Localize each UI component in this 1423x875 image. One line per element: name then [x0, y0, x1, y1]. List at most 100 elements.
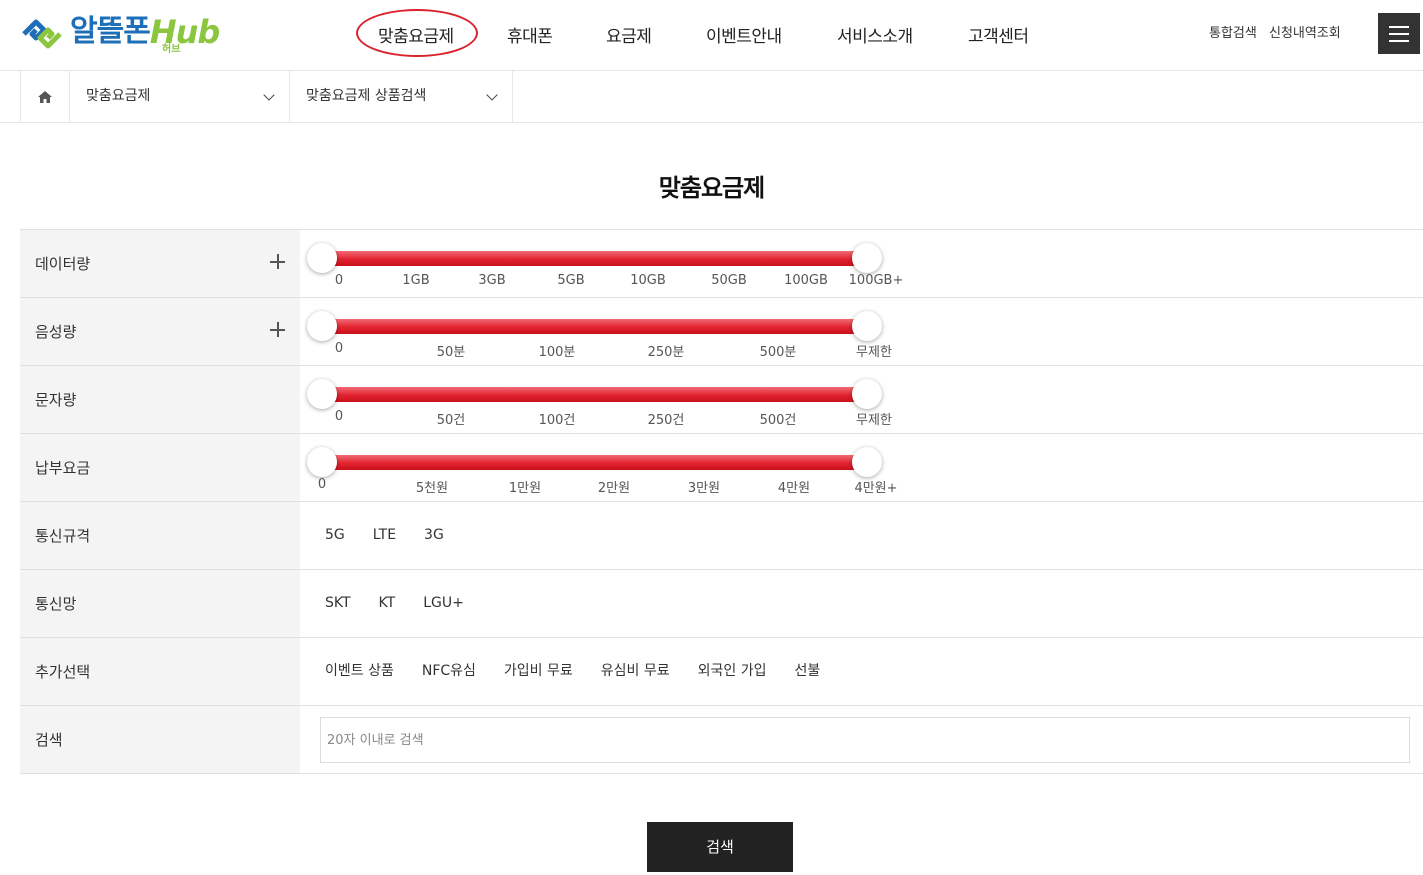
site-logo[interactable]: 알뜰폰 Hub	[20, 12, 220, 58]
slider-tick: 무제한	[856, 345, 892, 360]
slider-tick: 무제한	[856, 413, 892, 428]
slider-tick: 3만원	[687, 481, 721, 496]
voice-range-slider[interactable]: 0 50분 100분 250분 500분 무제한	[306, 298, 906, 366]
filter-label-network-type: 통신규격	[35, 527, 91, 545]
filter-label-voice: 음성량	[35, 323, 77, 341]
filter-label-fee: 납부요금	[35, 459, 91, 477]
option-prepaid[interactable]: 선불	[795, 638, 821, 704]
slider-tick: 100건	[538, 413, 576, 428]
logo-text: 알뜰폰	[70, 14, 151, 49]
hamburger-menu-icon[interactable]	[1378, 13, 1420, 54]
slider-handle-max[interactable]	[852, 379, 882, 409]
util-order-lookup-link[interactable]: 신청내역조회	[1269, 22, 1341, 41]
slider-tick: 0	[334, 409, 344, 424]
slider-tick: 50건	[436, 413, 466, 428]
filter-row-carrier: 통신망 SKT KT LGU+	[20, 570, 1423, 638]
option-nfc-usim[interactable]: NFC유심	[422, 638, 476, 704]
util-search-link[interactable]: 통합검색	[1209, 22, 1257, 41]
slider-tick: 1만원	[508, 481, 542, 496]
slider-tick: 250건	[647, 413, 685, 428]
slider-tick: 100분	[538, 345, 576, 360]
logo-subtext: 허브	[162, 44, 181, 55]
filter-row-extra: 추가선택 이벤트 상품 NFC유심 가입비 무료 유심비 무료 외국인 가입 선…	[20, 638, 1423, 706]
option-kt[interactable]: KT	[379, 570, 396, 636]
slider-track	[322, 455, 870, 470]
slider-tick: 1GB	[402, 273, 430, 288]
filter-label-search: 검색	[35, 731, 63, 749]
filter-label-sms: 문자량	[35, 391, 77, 409]
network-type-options: 5G LTE 3G	[325, 502, 472, 568]
option-skt[interactable]: SKT	[325, 570, 351, 636]
slider-tick: 10GB	[630, 273, 666, 288]
slider-tick: 4만원+	[854, 481, 898, 496]
sms-range-slider[interactable]: 0 50건 100건 250건 500건 무제한	[306, 366, 906, 434]
slider-handle-min[interactable]	[307, 243, 337, 273]
breadcrumb-level2-select[interactable]: 맞춤요금제 상품검색	[290, 71, 513, 122]
option-foreigner-join[interactable]: 외국인 가입	[698, 638, 767, 704]
expand-plus-icon[interactable]	[270, 322, 286, 338]
slider-tick: 500분	[759, 345, 797, 360]
slider-tick: 50분	[436, 345, 466, 360]
search-submit-button[interactable]: 검색	[647, 822, 793, 872]
slider-track	[322, 319, 870, 334]
slider-tick: 500건	[759, 413, 797, 428]
slider-tick: 0	[334, 341, 344, 356]
breadcrumb-level1-select[interactable]: 맞춤요금제	[70, 71, 290, 122]
nav-phones[interactable]: 휴대폰	[507, 22, 553, 47]
filter-label-carrier: 통신망	[35, 595, 77, 613]
chevron-down-icon	[263, 89, 275, 101]
logo-mark-icon	[22, 19, 62, 49]
slider-tick: 250분	[647, 345, 685, 360]
filter-row-data: 데이터량 0 1GB 3GB 5GB 10GB 50GB 100GB 100GB…	[20, 230, 1423, 298]
filter-row-search: 검색	[20, 706, 1423, 774]
slider-handle-min[interactable]	[307, 311, 337, 341]
slider-handle-min[interactable]	[307, 447, 337, 477]
slider-track	[322, 251, 870, 266]
option-free-usim-fee[interactable]: 유심비 무료	[601, 638, 670, 704]
search-input[interactable]	[320, 717, 1410, 763]
logo-hub-text: Hub	[149, 13, 220, 51]
option-free-join-fee[interactable]: 가입비 무료	[504, 638, 573, 704]
slider-handle-max[interactable]	[852, 243, 882, 273]
extra-options: 이벤트 상품 NFC유심 가입비 무료 유심비 무료 외국인 가입 선불	[325, 638, 848, 704]
fee-range-slider[interactable]: 0 5천원 1만원 2만원 3만원 4만원 4만원+	[306, 434, 906, 502]
slider-tick: 5천원	[415, 481, 449, 496]
slider-tick: 0	[317, 477, 327, 492]
nav-services[interactable]: 서비스소개	[837, 22, 913, 47]
carrier-options: SKT KT LGU+	[325, 570, 492, 636]
option-5g[interactable]: 5G	[325, 502, 345, 568]
filter-label-extra: 추가선택	[35, 663, 91, 681]
nav-events[interactable]: 이벤트안내	[706, 22, 782, 47]
data-range-slider[interactable]: 0 1GB 3GB 5GB 10GB 50GB 100GB 100GB+	[306, 230, 906, 298]
slider-track	[322, 387, 870, 402]
slider-handle-max[interactable]	[852, 311, 882, 341]
nav-support[interactable]: 고객센터	[968, 22, 1029, 47]
filter-label-data: 데이터량	[35, 255, 91, 273]
page-title: 맞춤요금제	[658, 174, 765, 202]
nav-custom-plan[interactable]: 맞춤요금제	[378, 22, 454, 47]
slider-tick: 2만원	[597, 481, 631, 496]
option-lte[interactable]: LTE	[373, 502, 396, 568]
slider-tick: 50GB	[711, 273, 747, 288]
nav-plans[interactable]: 요금제	[606, 22, 652, 47]
slider-handle-max[interactable]	[852, 447, 882, 477]
slider-tick: 100GB+	[848, 273, 904, 288]
home-icon[interactable]	[20, 71, 70, 122]
chevron-down-icon	[486, 89, 498, 101]
filter-row-sms: 문자량 0 50건 100건 250건 500건 무제한	[20, 366, 1423, 434]
slider-tick: 4만원	[777, 481, 811, 496]
filter-row-network-type: 통신규격 5G LTE 3G	[20, 502, 1423, 570]
breadcrumb: 맞춤요금제 맞춤요금제 상품검색	[0, 71, 1423, 123]
option-event-product[interactable]: 이벤트 상품	[325, 638, 394, 704]
breadcrumb-level2-label: 맞춤요금제 상품검색	[306, 88, 427, 104]
breadcrumb-level1-label: 맞춤요금제	[86, 88, 151, 104]
expand-plus-icon[interactable]	[270, 254, 286, 270]
filter-row-voice: 음성량 0 50분 100분 250분 500분 무제한	[20, 298, 1423, 366]
slider-tick: 100GB	[784, 273, 828, 288]
slider-tick: 3GB	[478, 273, 506, 288]
slider-handle-min[interactable]	[307, 379, 337, 409]
option-lgu[interactable]: LGU+	[423, 570, 464, 636]
option-3g[interactable]: 3G	[424, 502, 444, 568]
slider-tick: 0	[334, 273, 344, 288]
site-header: 알뜰폰 Hub 허브 맞춤요금제 휴대폰 요금제 이벤트안내 서비스소개 고객센…	[0, 0, 1423, 71]
